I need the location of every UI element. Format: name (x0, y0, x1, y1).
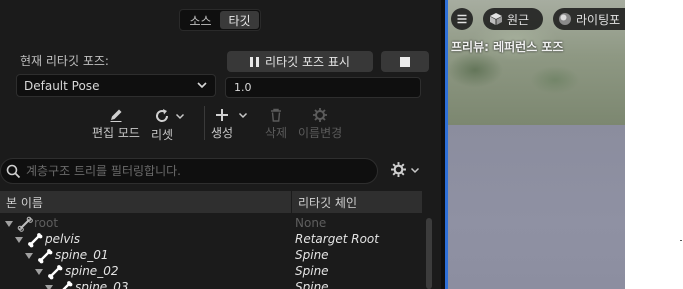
pose-blend-input[interactable]: 1.0 (225, 77, 421, 98)
search-icon (6, 164, 21, 178)
viewport-floor (445, 125, 625, 289)
retarget-chain-name: Retarget Root (295, 232, 379, 246)
chevron-down-icon (410, 167, 420, 173)
expand-arrow-icon[interactable] (4, 219, 14, 229)
edit-mode-label: 편집 모드 (92, 126, 140, 140)
chevron-down-icon (197, 82, 207, 89)
current-retarget-pose-label: 현재 리타깃 포즈: (20, 54, 109, 68)
tree-row[interactable]: pelvis Retarget Root (0, 232, 422, 248)
source-toggle-button[interactable]: 소스 (181, 11, 220, 29)
viewport-menu-button[interactable] (451, 8, 473, 30)
stop-button[interactable] (381, 51, 429, 72)
delete-button[interactable]: 삭제 (265, 107, 287, 141)
retarget-panel: 소스 타깃 현재 리타깃 포즈: 리타깃 포즈 표시 Default Pose … (0, 0, 441, 289)
cube-icon (490, 13, 502, 25)
tree-row[interactable]: root None (0, 216, 422, 232)
reset-label: 리셋 (151, 128, 174, 142)
create-label: 생성 (211, 126, 234, 140)
expand-arrow-icon[interactable] (34, 267, 44, 277)
show-retarget-pose-label: 리타깃 포즈 표시 (265, 55, 350, 69)
tree-row[interactable]: spine_02 Spine (0, 264, 422, 280)
hamburger-icon (457, 14, 467, 24)
toolbar-divider (204, 106, 205, 140)
retarget-chain-name: None (295, 216, 327, 230)
bone-icon (62, 281, 73, 289)
retarget-chain-name: Spine (295, 280, 329, 289)
pause-icon (250, 56, 260, 67)
source-target-toggle: 소스 타깃 (179, 9, 261, 31)
chevron-down-icon (238, 112, 247, 119)
lighting-sphere-icon (559, 13, 571, 25)
gear-icon (313, 108, 328, 122)
expand-arrow-icon[interactable] (24, 251, 34, 261)
tree-header: 본 이름 리타깃 체인 (0, 191, 422, 213)
rename-button[interactable]: 이름변경 (298, 107, 342, 141)
bone-name: spine_01 (55, 248, 109, 262)
bone-icon (38, 249, 53, 264)
perspective-view-button[interactable]: 원근 (483, 8, 543, 30)
hierarchy-search (0, 158, 378, 184)
tree-row[interactable]: spine_01 Spine (0, 248, 422, 264)
bone-name: root (34, 216, 59, 230)
delete-label: 삭제 (265, 126, 288, 140)
viewport-focus-border (445, 0, 448, 289)
edit-mode-button[interactable]: 편집 모드 (92, 107, 140, 141)
divider-tick (680, 240, 682, 241)
refresh-icon (155, 109, 168, 122)
bone-icon (48, 265, 63, 280)
retarget-editor: 소스 타깃 현재 리타깃 포즈: 리타깃 포즈 표시 Default Pose … (0, 0, 683, 289)
retarget-chain-name: Spine (295, 248, 329, 262)
retarget-chain-name: Spine (295, 264, 329, 278)
bone-name: pelvis (45, 232, 81, 246)
column-retarget-chain[interactable]: 리타깃 체인 (292, 194, 357, 211)
target-toggle-button[interactable]: 타깃 (220, 11, 259, 29)
tree-settings-button[interactable] (390, 161, 421, 178)
bone-icon (17, 216, 33, 232)
create-button[interactable]: 생성 (211, 107, 251, 141)
retarget-pose-select-value: Default Pose (24, 78, 100, 93)
expand-arrow-icon[interactable] (14, 235, 24, 245)
pose-blend-value: 1.0 (234, 81, 252, 94)
show-retarget-pose-button[interactable]: 리타깃 포즈 표시 (227, 51, 373, 72)
lighting-mode-button[interactable]: 라이팅포 (553, 8, 625, 30)
column-bone-name[interactable]: 본 이름 (0, 191, 292, 213)
stop-icon (400, 56, 410, 67)
hierarchy-search-input[interactable] (26, 164, 356, 178)
trash-icon (271, 108, 282, 122)
gear-icon (391, 162, 406, 177)
chevron-down-icon (175, 113, 184, 120)
bone-icon (28, 233, 43, 248)
tree-scrollbar-thumb[interactable] (426, 218, 432, 289)
reset-button[interactable]: 리셋 (151, 107, 187, 143)
bone-name: spine_03 (75, 280, 129, 289)
preview-caption: 프리뷰: 레퍼런스 포즈 (451, 40, 564, 54)
pencil-icon (110, 109, 122, 122)
plus-icon (215, 109, 228, 121)
bone-name: spine_02 (65, 264, 119, 278)
perspective-view-label: 원근 (507, 12, 530, 27)
retarget-pose-select[interactable]: Default Pose (16, 74, 216, 97)
tree-row[interactable]: spine_03 Spine (0, 280, 422, 289)
lighting-mode-label: 라이팅포 (576, 12, 621, 27)
rename-label: 이름변경 (298, 126, 343, 140)
expand-arrow-icon[interactable] (44, 283, 54, 289)
preview-viewport[interactable]: 원근 라이팅포 프리뷰: 레퍼런스 포즈 (445, 0, 625, 289)
